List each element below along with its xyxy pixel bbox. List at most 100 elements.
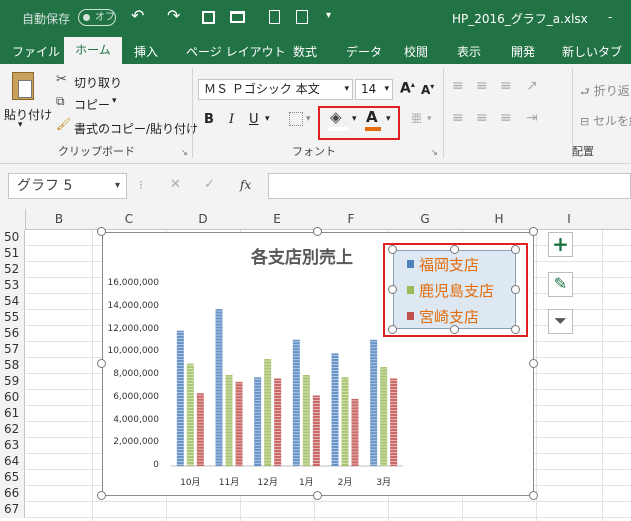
font-color-dropdown-icon[interactable]: ▾ [386,114,391,124]
formula-input[interactable] [268,173,631,199]
tab-data[interactable]: データ [346,43,382,60]
resize-handle[interactable] [529,491,538,500]
italic-button[interactable]: I [229,112,234,127]
row-header[interactable]: 60 [0,390,25,406]
tab-formulas[interactable]: 数式 [293,43,317,60]
row-header[interactable]: 51 [0,246,25,262]
new-document-icon[interactable] [269,10,280,24]
row-header[interactable]: 62 [0,422,25,438]
fill-color-dropdown-icon[interactable]: ▾ [352,114,357,124]
align-top-icon[interactable]: ≡ [452,78,464,94]
column-header[interactable]: F [314,212,388,226]
wrap-text-button[interactable]: ⮐ 折り返 [580,82,630,102]
tab-insert[interactable]: 挿入 [134,43,158,60]
row-header[interactable]: 65 [0,470,25,486]
align-middle-icon[interactable]: ≡ [476,78,488,94]
column-header[interactable]: B [26,212,92,226]
tab-new[interactable]: 新しいタブ [562,43,622,60]
chart-filters-button[interactable]: ⏷ [548,309,573,334]
column-header[interactable]: G [388,212,462,226]
row-header[interactable]: 56 [0,326,25,342]
row-header[interactable]: 52 [0,262,25,278]
resize-handle[interactable] [97,491,106,500]
resize-handle[interactable] [511,245,520,254]
bar-鹿児島支店-3月[interactable] [380,367,388,466]
column-header[interactable]: H [462,212,536,226]
name-box[interactable]: グラフ 5 ▾ [8,173,127,199]
row-header[interactable]: 50 [0,230,25,246]
scissors-icon[interactable]: ✂ [56,72,67,87]
shrink-font-icon[interactable]: A▾ [421,82,434,97]
resize-handle[interactable] [97,227,106,236]
font-launcher-icon[interactable]: ↘ [431,148,438,157]
row-header[interactable]: 66 [0,486,25,502]
tab-view[interactable]: 表示 [457,43,481,60]
tab-review[interactable]: 校閲 [404,43,428,60]
format-painter-icon[interactable]: 🖌 [56,117,71,131]
font-color-icon[interactable]: A [366,108,378,126]
bar-福岡支店-11月[interactable] [215,309,223,466]
resize-handle[interactable] [529,359,538,368]
bold-button[interactable]: B [204,112,214,127]
row-header[interactable]: 58 [0,358,25,374]
chart-elements-button[interactable]: + [548,232,573,257]
row-header[interactable]: 64 [0,454,25,470]
copy-dropdown-icon[interactable]: ▾ [112,96,117,106]
align-center-icon[interactable]: ≡ [476,110,488,126]
cancel-icon[interactable]: ✕ [170,177,181,192]
chart-styles-button[interactable]: ✎ [548,272,573,297]
tab-home[interactable]: ホーム [64,37,122,65]
autosave-toggle[interactable]: オフ [78,9,116,26]
paste-icon[interactable] [12,72,34,100]
row-header[interactable]: 59 [0,374,25,390]
clipboard-launcher-icon[interactable]: ↘ [181,148,188,157]
tab-developer[interactable]: 開発 [511,43,535,60]
underline-dropdown-icon[interactable]: ▾ [265,114,270,124]
row-header[interactable]: 61 [0,406,25,422]
align-right-icon[interactable]: ≡ [500,110,512,126]
insert-function-icon[interactable]: fx [240,178,251,192]
font-name-select[interactable]: ＭＳ Ｐゴシック 本文 ▾ [198,79,353,100]
bar-宮崎支店-2月[interactable] [351,398,359,466]
select-all-corner[interactable] [0,209,26,230]
resize-handle[interactable] [388,245,397,254]
tab-page-layout[interactable]: ページ レイアウト [186,43,286,60]
orientation-icon[interactable]: ↗ [526,78,538,94]
resize-handle[interactable] [529,227,538,236]
customize-qat-icon[interactable]: ▾ [326,10,331,21]
merge-cells-button[interactable]: ⊟ セルを結 [580,112,631,129]
open-folder-icon[interactable] [230,11,245,23]
copy-icon[interactable]: ⧉ [56,94,65,109]
enter-icon[interactable]: ✓ [204,177,215,192]
row-header[interactable]: 67 [0,502,25,518]
borders-dropdown-icon[interactable]: ▾ [306,114,311,124]
align-left-icon[interactable]: ≡ [452,110,464,126]
row-header[interactable]: 63 [0,438,25,454]
grow-font-icon[interactable]: A▴ [400,80,415,97]
redo-icon[interactable]: ↷ [167,6,180,25]
save-icon[interactable] [202,11,215,24]
row-header[interactable]: 54 [0,294,25,310]
indent-icon[interactable]: ⇥ [526,110,538,126]
row-header[interactable]: 57 [0,342,25,358]
resize-handle[interactable] [313,491,322,500]
resize-handle[interactable] [97,359,106,368]
fill-color-icon[interactable]: ◈ [330,108,342,126]
font-size-select[interactable]: 14 ▾ [355,79,393,100]
align-bottom-icon[interactable]: ≡ [500,78,512,94]
borders-icon[interactable] [289,112,303,126]
paste-dropdown-icon[interactable]: ▾ [18,120,23,130]
column-header[interactable]: C [92,212,166,226]
underline-button[interactable]: U [249,112,259,127]
column-header[interactable]: I [536,212,602,226]
row-header[interactable]: 55 [0,310,25,326]
bar-鹿児島支店-12月[interactable] [264,359,272,466]
resize-handle[interactable] [450,325,459,334]
column-header[interactable]: D [166,212,240,226]
undo-icon[interactable]: ↶ [131,6,144,25]
resize-handle[interactable] [388,285,397,294]
resize-handle[interactable] [313,227,322,236]
copy-button[interactable]: コピー [74,96,110,113]
resize-handle[interactable] [511,325,520,334]
column-header[interactable]: E [240,212,314,226]
